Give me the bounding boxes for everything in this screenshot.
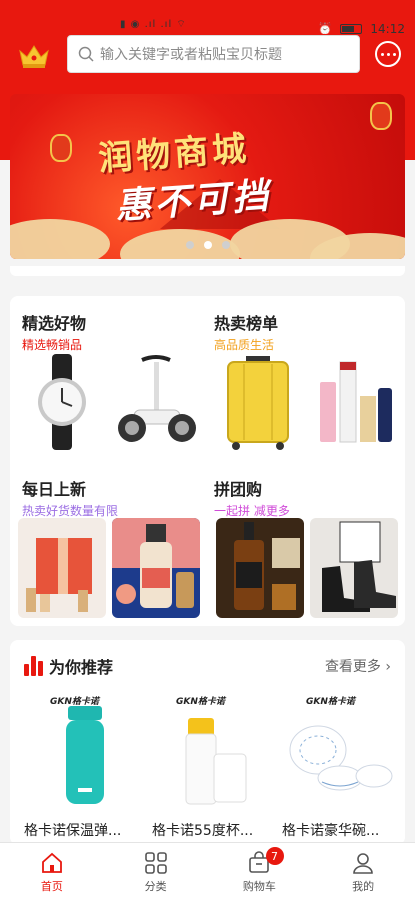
- search-input[interactable]: 输入关键字或者粘贴宝贝标题: [67, 35, 360, 73]
- product-image-thermos: [66, 706, 104, 804]
- cloud-decoration: [10, 219, 110, 259]
- section-subtitle: 热卖好货数量有限: [22, 504, 119, 518]
- message-icon[interactable]: [375, 41, 401, 67]
- banner-card-bottom: [10, 266, 405, 276]
- tab-label: 我的: [352, 880, 375, 893]
- section-group-buy[interactable]: 拼团购 一起拼 减更多: [214, 476, 290, 519]
- product-image-bowls: [289, 725, 393, 791]
- section-title: 热卖榜单: [214, 314, 279, 333]
- status-left-icons: ▮ ◉ .ıl .ıl ⌔: [120, 19, 187, 30]
- product-image-cups: [185, 718, 247, 805]
- recommend-item[interactable]: GKN格卡诺: [278, 692, 396, 810]
- recommend-title: 为你推荐: [49, 658, 114, 677]
- section-title: 每日上新: [22, 480, 87, 499]
- search-placeholder: 输入关键字或者粘贴宝贝标题: [100, 47, 282, 63]
- lantern-icon: [370, 102, 392, 130]
- section-selected[interactable]: 精选好物 精选畅销品: [22, 310, 86, 353]
- featured-sections: 精选好物 精选畅销品 热卖榜单 高品质生活 每日上新 热卖好货数量有限 拼团购 …: [10, 296, 405, 626]
- bottom-tab-bar: 首页 分类 7 购物车 我的: [0, 842, 415, 900]
- carousel-dot-active[interactable]: [204, 241, 212, 249]
- tab-profile[interactable]: 我的: [311, 843, 415, 900]
- product-image-watch[interactable]: [18, 352, 106, 452]
- section-daily-new[interactable]: 每日上新 热卖好货数量有限: [22, 476, 118, 519]
- recommend-item[interactable]: GKN格卡诺: [22, 692, 140, 810]
- recommend-header: 为你推荐: [24, 654, 113, 678]
- status-bar: ▮ ◉ .ıl .ıl ⌔ ⏰ 14:12: [0, 0, 415, 36]
- section-hot[interactable]: 热卖榜单 高品质生活: [214, 310, 278, 353]
- product-image-scooter[interactable]: [112, 352, 200, 452]
- lantern-icon: [50, 134, 72, 162]
- section-title: 拼团购: [214, 480, 263, 499]
- user-icon: [353, 853, 373, 874]
- product-image-whisky[interactable]: [216, 518, 304, 618]
- view-more-label: 查看更多: [324, 659, 381, 675]
- section-subtitle: 精选畅销品: [22, 338, 83, 352]
- brand-label: GKN格卡诺: [306, 697, 355, 707]
- cart-badge: 7: [265, 847, 284, 865]
- product-image-boots[interactable]: [310, 518, 398, 618]
- recommend-item-name[interactable]: 格卡诺55度杯...: [152, 820, 272, 840]
- recommend-item[interactable]: GKN格卡诺: [148, 692, 266, 810]
- tab-cart[interactable]: 7 购物车: [208, 843, 312, 900]
- top-header: 输入关键字或者粘贴宝贝标题: [0, 34, 415, 80]
- crown-icon[interactable]: [18, 43, 50, 69]
- tab-label: 首页: [40, 880, 63, 893]
- chevron-right-icon: ›: [385, 659, 391, 675]
- search-icon: [78, 46, 94, 62]
- tab-label: 分类: [144, 880, 167, 893]
- carousel-dot[interactable]: [186, 241, 194, 249]
- grid-icon: [144, 852, 167, 874]
- product-image-cosmetics[interactable]: [310, 352, 398, 452]
- brand-label: GKN格卡诺: [176, 697, 225, 707]
- recommend-item-name[interactable]: 格卡诺保温弹...: [24, 820, 144, 840]
- tab-home[interactable]: 首页: [0, 843, 104, 900]
- product-image-giftbox[interactable]: [18, 518, 106, 618]
- home-icon: [41, 852, 62, 873]
- carousel-dots[interactable]: [186, 241, 230, 249]
- recommend-item-name[interactable]: 格卡诺豪华碗...: [282, 820, 402, 840]
- product-image-suitcase[interactable]: [214, 352, 302, 452]
- section-subtitle: 一起拼 减更多: [214, 504, 290, 518]
- section-title: 精选好物: [22, 314, 87, 333]
- view-more-link[interactable]: 查看更多 ›: [325, 656, 391, 676]
- promo-banner[interactable]: 润物商城 惠不可挡: [10, 94, 405, 259]
- tab-label: 购物车: [242, 880, 276, 893]
- battery-icon: [340, 24, 363, 34]
- brand-label: GKN格卡诺: [50, 697, 99, 707]
- product-image-drink[interactable]: [112, 518, 200, 618]
- tab-category[interactable]: 分类: [104, 843, 208, 900]
- banner-slogan: 惠不可挡: [114, 175, 273, 228]
- recommend-section: 为你推荐 查看更多 › GKN格卡诺 格卡诺保温弹... GKN格卡诺 格卡诺5…: [10, 640, 405, 845]
- section-subtitle: 高品质生活: [214, 338, 275, 352]
- carousel-dot[interactable]: [222, 241, 230, 249]
- bar-chart-icon: [24, 656, 43, 676]
